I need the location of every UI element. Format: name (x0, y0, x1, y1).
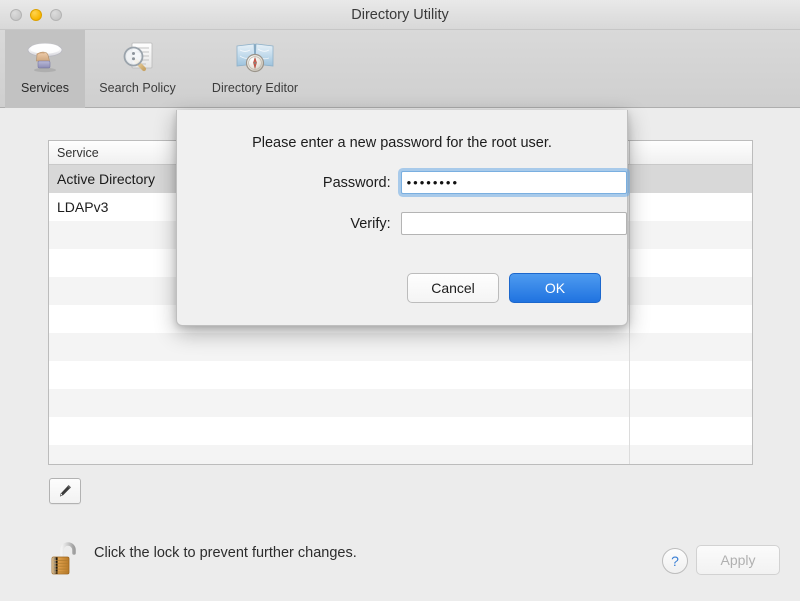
toolbar-item-label: Directory Editor (211, 81, 299, 95)
toolbar-item-search-policy[interactable]: Search Policy (85, 30, 190, 108)
open-padlock-icon (48, 539, 82, 579)
question-mark-icon: ? (671, 553, 679, 569)
atlas-compass-icon (232, 35, 278, 79)
sheet-button-group: Cancel OK (407, 273, 601, 303)
table-row[interactable] (49, 333, 752, 361)
sheet-message: Please enter a new password for the root… (252, 135, 552, 151)
edit-service-button[interactable] (49, 478, 81, 504)
password-label: Password: (322, 174, 391, 191)
pencil-icon (57, 483, 73, 499)
table-row[interactable] (49, 389, 752, 417)
toolbar-item-label: Search Policy (99, 81, 176, 95)
lock-toggle-button[interactable] (46, 537, 84, 581)
verify-input[interactable] (400, 212, 627, 235)
toolbar-item-services[interactable]: Services (5, 30, 85, 108)
password-field-row: Password: •••••••• (177, 171, 627, 194)
table-row[interactable] (49, 445, 752, 464)
lock-status-text: Click the lock to prevent further change… (94, 545, 357, 561)
services-dish-icon (23, 35, 67, 79)
ok-button[interactable]: OK (509, 273, 601, 303)
window-titlebar: Directory Utility (0, 0, 800, 30)
bottom-bar: Click the lock to prevent further change… (0, 523, 800, 601)
toolbar: Services Search Policy Directory Editor (0, 30, 800, 108)
table-row[interactable] (49, 417, 752, 445)
apply-button[interactable]: Apply (696, 545, 780, 575)
verify-field-row: Verify: (177, 212, 627, 235)
cell-service: LDAPv3 (57, 199, 109, 215)
password-sheet-dialog: Please enter a new password for the root… (176, 110, 628, 326)
verify-label: Verify: (350, 215, 391, 232)
column-divider[interactable] (629, 165, 630, 464)
window-title: Directory Utility (351, 7, 449, 23)
password-input[interactable]: •••••••• (400, 171, 627, 194)
cell-service: Active Directory (57, 171, 156, 187)
toolbar-item-label: Services (21, 81, 69, 95)
help-button[interactable]: ? (662, 548, 688, 574)
magnifier-document-icon (116, 35, 160, 79)
table-row[interactable] (49, 361, 752, 389)
column-header-blank[interactable] (629, 141, 752, 164)
cancel-button[interactable]: Cancel (407, 273, 499, 303)
toolbar-item-directory-editor[interactable]: Directory Editor (190, 30, 320, 108)
